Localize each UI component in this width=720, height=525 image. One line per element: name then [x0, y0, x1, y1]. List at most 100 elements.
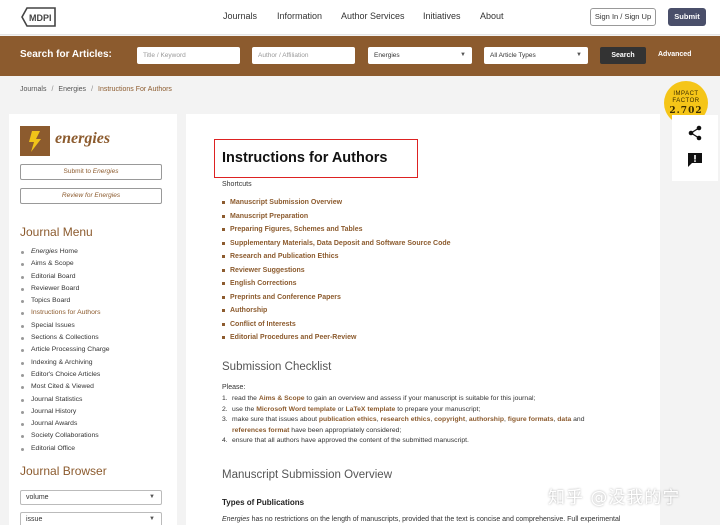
data-link[interactable]: data [557, 416, 571, 423]
menu-item-special-issues[interactable]: Special Issues [20, 320, 170, 332]
chevron-down-icon: ▼ [576, 52, 582, 58]
shortcut-link[interactable]: Supplementary Materials, Data Deposit an… [222, 237, 451, 251]
tool-panel [672, 115, 718, 181]
volume-select[interactable]: volume ▼ [20, 490, 162, 505]
article-type-value: All Article Types [490, 52, 536, 59]
breadcrumb-energies[interactable]: Energies [58, 86, 86, 93]
volume-select-value: volume [26, 494, 49, 501]
overview-heading: Manuscript Submission Overview [222, 469, 393, 481]
checklist-item: 4. ensure that all authors have approved … [222, 437, 469, 444]
issue-select-value: issue [26, 516, 43, 523]
breadcrumb-current[interactable]: Instructions For Authors [98, 86, 172, 93]
main-content: Instructions for Authors Shortcuts Manus… [186, 114, 660, 525]
research-ethics-link[interactable]: research ethics [380, 416, 430, 423]
journal-select-value: Energies [374, 52, 400, 59]
submit-button[interactable]: Submit [668, 8, 706, 26]
submission-checklist-heading: Submission Checklist [222, 361, 332, 373]
top-navbar: MDPI Journals Information Author Service… [0, 0, 720, 35]
shortcuts-label: Shortcuts [222, 181, 252, 188]
menu-item-awards[interactable]: Journal Awards [20, 418, 170, 430]
menu-item-editorial-board[interactable]: Editorial Board [20, 271, 170, 283]
menu-item-sections[interactable]: Sections & Collections [20, 332, 170, 344]
nav-information[interactable]: Information [277, 11, 322, 21]
authorship-link[interactable]: authorship [469, 416, 504, 423]
review-for-label: Review for [61, 192, 95, 199]
feedback-icon[interactable] [687, 152, 703, 168]
chevron-down-icon: ▼ [149, 494, 155, 500]
menu-item-editorial-office[interactable]: Editorial Office [20, 443, 170, 455]
latex-template-link[interactable]: LaTeX template [346, 406, 396, 413]
submit-to-label: Submit to [63, 168, 93, 175]
watermark: 知乎 @没我的宁 [548, 488, 681, 508]
please-label: Please: [222, 384, 246, 391]
shortcut-link[interactable]: Authorship [222, 304, 451, 318]
menu-item-apc[interactable]: Article Processing Charge [20, 344, 170, 356]
publication-ethics-link[interactable]: publication ethics [319, 416, 377, 423]
nav-journals[interactable]: Journals [223, 11, 257, 21]
submit-to-energies-button[interactable]: Submit to Energies [20, 164, 162, 180]
body-paragraph: Energies has no restrictions on the leng… [222, 516, 621, 523]
checklist-item: 3. make sure that issues about publicatio… [222, 416, 585, 434]
review-for-energies-button[interactable]: Review for Energies [20, 188, 162, 204]
shortcut-link[interactable]: Manuscript Submission Overview [222, 196, 451, 210]
shortcut-link[interactable]: Editorial Procedures and Peer-Review [222, 331, 451, 345]
share-icon[interactable] [687, 125, 703, 141]
shortcuts-list: Manuscript Submission Overview Manuscrip… [222, 196, 451, 345]
menu-item-instructions[interactable]: Instructions for Authors [20, 307, 170, 319]
nav-author-services[interactable]: Author Services [341, 11, 405, 21]
journal-menu-heading: Journal Menu [20, 225, 93, 239]
issue-select[interactable]: issue ▼ [20, 512, 162, 525]
page-title: Instructions for Authors [222, 150, 388, 166]
checklist-item: 2. use the Microsoft Word template or LaT… [222, 405, 481, 413]
title-keyword-input[interactable]: Title / Keyword [137, 47, 240, 64]
word-template-link[interactable]: Microsoft Word template [256, 406, 336, 413]
article-type-select[interactable]: All Article Types ▼ [484, 47, 588, 64]
nav-initiatives[interactable]: Initiatives [423, 11, 461, 21]
menu-item-society[interactable]: Society Collaborations [20, 430, 170, 442]
shortcut-link[interactable]: Preprints and Conference Papers [222, 291, 451, 305]
breadcrumb-journals[interactable]: Journals [20, 86, 46, 93]
shortcut-link[interactable]: English Corrections [222, 277, 451, 291]
mdpi-logo[interactable]: MDPI [19, 5, 59, 29]
aims-scope-link[interactable]: Aims & Scope [259, 395, 305, 402]
shortcut-link[interactable]: Manuscript Preparation [222, 210, 451, 224]
menu-item-aims-scope[interactable]: Aims & Scope [20, 258, 170, 270]
shortcut-link[interactable]: Reviewer Suggestions [222, 264, 451, 278]
journal-select[interactable]: Energies ▼ [368, 47, 472, 64]
chevron-down-icon: ▼ [149, 516, 155, 522]
menu-item-most-cited[interactable]: Most Cited & Viewed [20, 381, 170, 393]
menu-item-history[interactable]: Journal History [20, 406, 170, 418]
copyright-link[interactable]: copyright [434, 416, 465, 423]
journal-name[interactable]: energies [55, 130, 110, 148]
shortcut-link[interactable]: Preparing Figures, Schemes and Tables [222, 223, 451, 237]
review-journal-name: Energies [94, 192, 121, 199]
figure-formats-link[interactable]: figure formats [508, 416, 554, 423]
impact-label: IMPACT [673, 91, 699, 97]
shortcut-link[interactable]: Research and Publication Ethics [222, 250, 451, 264]
factor-label: FACTOR [672, 98, 700, 104]
menu-item-reviewer-board[interactable]: Reviewer Board [20, 283, 170, 295]
nav-about[interactable]: About [480, 11, 504, 21]
checklist-item: 1. read the Aims & Scope to gain an overv… [222, 395, 536, 402]
search-bar: Search for Articles: Title / Keyword Aut… [0, 36, 720, 76]
author-affiliation-input[interactable]: Author / Affiliation [252, 47, 355, 64]
menu-item-indexing[interactable]: Indexing & Archiving [20, 357, 170, 369]
breadcrumb: Journals / Energies / Instructions For Autho… [20, 86, 172, 93]
menu-item-editors-choice[interactable]: Editor's Choice Articles [20, 369, 170, 381]
energies-logo-icon [20, 126, 50, 156]
menu-item-statistics[interactable]: Journal Statistics [20, 394, 170, 406]
shortcut-link[interactable]: Conflict of Interests [222, 318, 451, 332]
menu-item-topics-board[interactable]: Topics Board [20, 295, 170, 307]
submission-checklist: 1. read the Aims & Scope to gain an overv… [222, 394, 647, 447]
advanced-search-link[interactable]: Advanced [658, 51, 691, 58]
left-sidebar: energies Submit to Energies Review for E… [9, 114, 177, 525]
journal-menu: Energies Home Aims & Scope Editorial Boa… [20, 246, 170, 455]
search-label: Search for Articles: [20, 49, 112, 60]
svg-text:MDPI: MDPI [29, 13, 52, 23]
menu-item-home[interactable]: Energies Home [20, 246, 170, 258]
search-button[interactable]: Search [600, 47, 646, 64]
submit-journal-name: Energies [92, 168, 119, 175]
journal-browser-heading: Journal Browser [20, 464, 107, 478]
signin-button[interactable]: Sign In / Sign Up [590, 8, 656, 26]
references-format-link[interactable]: references format [232, 427, 289, 434]
